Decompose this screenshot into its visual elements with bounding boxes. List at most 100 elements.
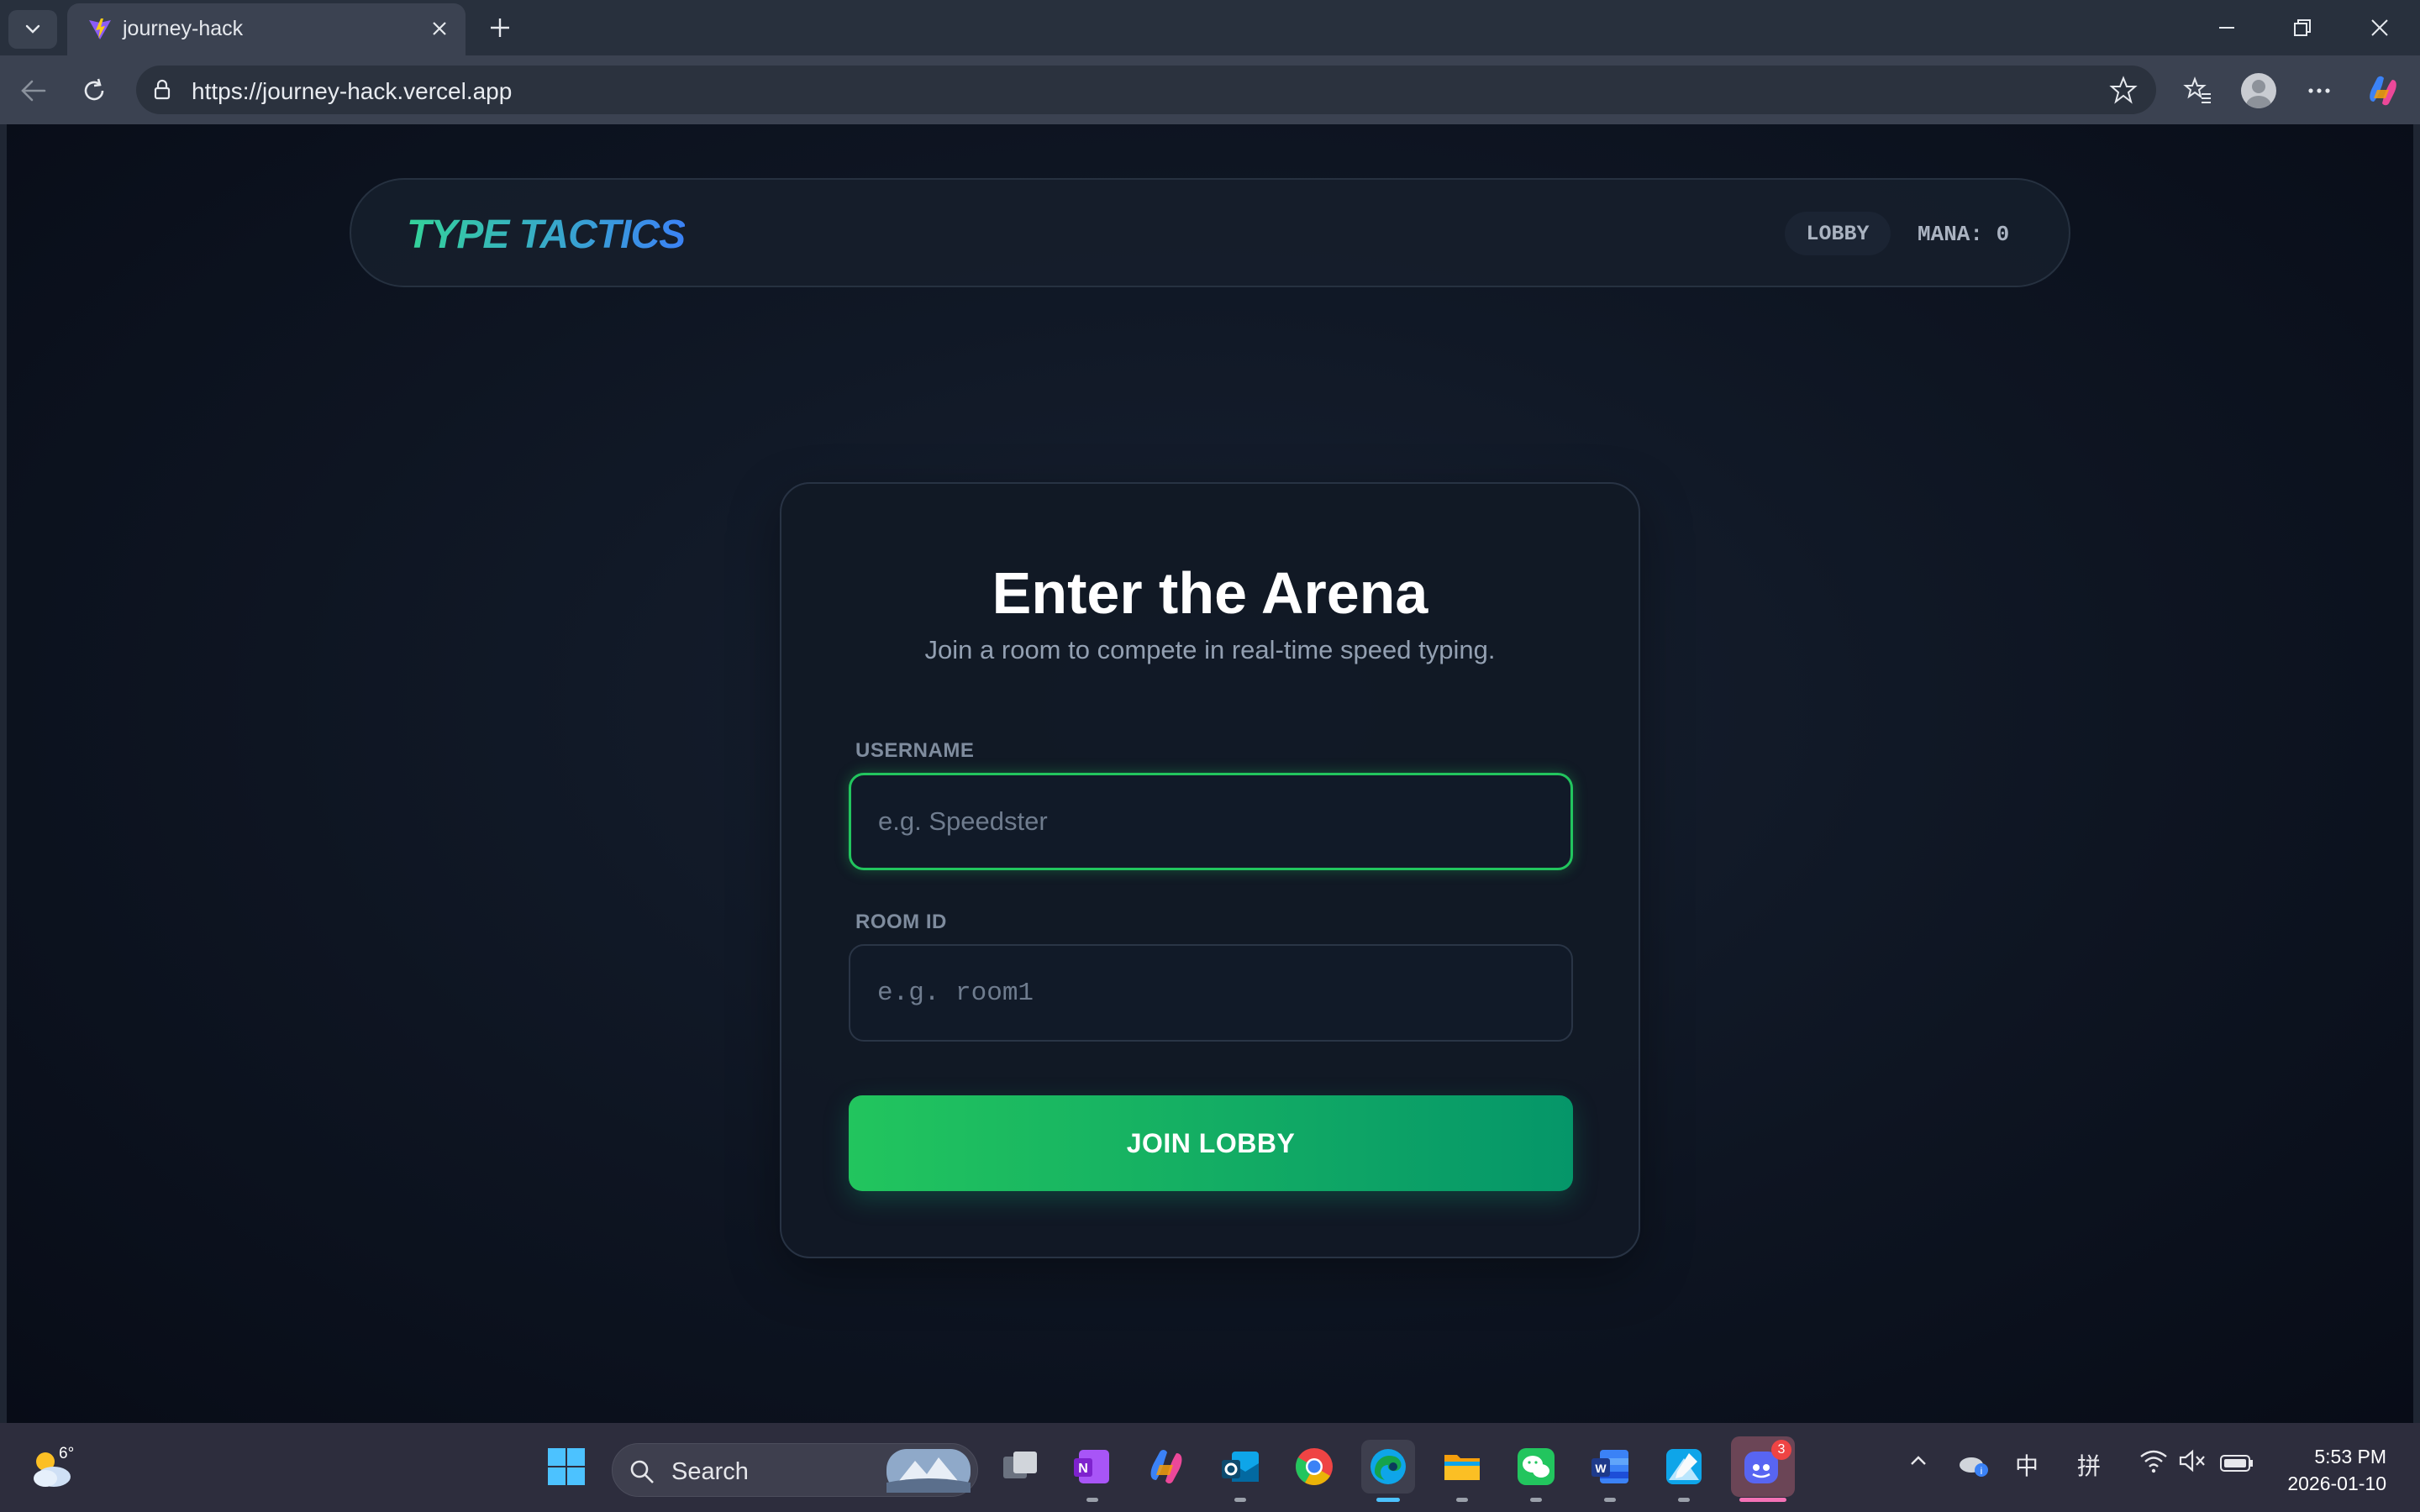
join-lobby-button[interactable]: JOIN LOBBY <box>849 1095 1573 1191</box>
room-id-input[interactable] <box>849 944 1573 1042</box>
room-id-label: ROOM ID <box>855 911 947 933</box>
minimize-icon <box>2219 27 2234 29</box>
taskbar-search[interactable]: Search <box>612 1443 978 1497</box>
refresh-button[interactable] <box>74 71 114 111</box>
url-field[interactable]: https://journey-hack.vercel.app <box>136 66 2156 114</box>
back-arrow-icon <box>21 80 46 102</box>
tab-close-button[interactable] <box>425 14 454 43</box>
show-hidden-icons-button[interactable] <box>1907 1450 1929 1478</box>
windows-taskbar: 6° Search N W 3 i 中 拼 5:53 PM 2026-01-10 <box>0 1423 2420 1512</box>
taskbar-outlook[interactable] <box>1213 1440 1267 1502</box>
ime-language[interactable]: 中 <box>2015 1448 2039 1482</box>
taskbar-word[interactable]: W <box>1583 1440 1637 1502</box>
close-icon <box>433 22 446 35</box>
url-text[interactable]: https://journey-hack.vercel.app <box>192 78 512 105</box>
taskbar-photos[interactable] <box>1657 1440 1711 1502</box>
chevron-up-icon <box>1911 1456 1926 1465</box>
browser-tab[interactable]: journey-hack <box>67 3 466 55</box>
wechat-icon <box>1518 1448 1555 1485</box>
onenote-icon: N <box>1074 1450 1109 1483</box>
browser-tab-strip: journey-hack <box>0 0 2420 55</box>
running-indicator <box>1456 1498 1468 1502</box>
clock-time: 5:53 PM <box>2314 1446 2386 1467</box>
taskbar-discord[interactable]: 3 <box>1731 1436 1795 1502</box>
favorites-icon <box>2183 76 2211 103</box>
edge-icon <box>1370 1449 1406 1484</box>
username-label: USERNAME <box>855 739 975 762</box>
avatar <box>2241 73 2276 108</box>
star-icon <box>2109 76 2138 104</box>
running-indicator <box>1234 1498 1246 1502</box>
taskbar-copilot[interactable] <box>1139 1440 1193 1494</box>
task-view-button[interactable] <box>993 1440 1047 1494</box>
copilot-icon <box>1150 1450 1182 1483</box>
battery-icon <box>2220 1455 2253 1472</box>
svg-text:i: i <box>1981 1465 1983 1477</box>
taskbar-clock[interactable]: 5:53 PM 2026-01-10 <box>2269 1443 2386 1497</box>
brand-logo[interactable]: TYPE TACTICS <box>407 212 686 258</box>
favorite-star-button[interactable] <box>2107 74 2139 106</box>
notification-badge: 3 <box>1771 1440 1791 1460</box>
onedrive-tray[interactable]: i <box>1956 1446 1990 1486</box>
vite-favicon-icon <box>89 18 111 39</box>
restore-icon <box>2294 19 2311 36</box>
join-card: Enter the Arena Join a room to compete i… <box>780 482 1640 1258</box>
running-indicator <box>1530 1498 1542 1502</box>
onedrive-icon: i <box>1960 1457 1988 1477</box>
tab-title: journey-hack <box>123 17 244 40</box>
refresh-icon <box>84 78 104 101</box>
page-viewport: TYPE TACTICS LOBBY MANA: 0 Enter the Are… <box>7 124 2413 1423</box>
taskbar-edge[interactable] <box>1361 1440 1415 1502</box>
taskbar-chrome[interactable] <box>1287 1440 1341 1494</box>
battery-tray[interactable] <box>2220 1452 2254 1478</box>
address-bar: https://journey-hack.vercel.app <box>0 55 2420 124</box>
search-highlight-image-icon <box>886 1449 971 1493</box>
windows-logo-icon <box>548 1448 585 1485</box>
favorites-button[interactable] <box>2178 71 2218 111</box>
outlook-icon <box>1222 1452 1259 1482</box>
task-view-icon <box>1003 1452 1037 1478</box>
minimize-button[interactable] <box>2202 10 2252 45</box>
running-indicator <box>1604 1498 1616 1502</box>
more-options-button[interactable] <box>2299 71 2339 111</box>
back-button[interactable] <box>13 71 54 111</box>
close-window-button[interactable] <box>2354 10 2405 45</box>
taskbar-wechat[interactable] <box>1509 1440 1563 1502</box>
username-input[interactable] <box>849 773 1573 870</box>
ime-mode[interactable]: 拼 <box>2077 1448 2101 1482</box>
wifi-tray[interactable] <box>2139 1448 2168 1479</box>
weather-temperature: 6° <box>59 1445 75 1462</box>
card-subtitle: Join a room to compete in real-time spee… <box>924 635 1496 664</box>
clock-date: 2026-01-10 <box>2287 1473 2386 1494</box>
start-button[interactable] <box>539 1440 593 1494</box>
chevron-down-icon <box>25 24 40 34</box>
active-indicator <box>1376 1498 1400 1502</box>
profile-button[interactable] <box>2238 71 2279 111</box>
tab-actions-button[interactable] <box>8 10 57 49</box>
chrome-icon <box>1296 1448 1333 1485</box>
search-icon <box>630 1460 654 1483</box>
app-navbar: TYPE TACTICS LOBBY MANA: 0 <box>350 178 2070 287</box>
running-indicator <box>1678 1498 1690 1502</box>
plus-icon <box>491 18 509 37</box>
close-icon <box>2371 19 2388 36</box>
restore-button[interactable] <box>2277 10 2328 45</box>
copilot-button[interactable] <box>2363 71 2403 111</box>
svg-text:N: N <box>1078 1462 1088 1476</box>
lock-icon[interactable] <box>150 77 175 102</box>
wifi-icon <box>2140 1450 2167 1473</box>
more-dots-icon <box>2308 88 2330 93</box>
active-indicator <box>1739 1498 1786 1502</box>
word-icon: W <box>1591 1450 1628 1483</box>
file-explorer-icon <box>1444 1455 1480 1480</box>
copilot-icon <box>2370 76 2396 106</box>
lobby-nav-pill[interactable]: LOBBY <box>1785 212 1891 255</box>
card-title: Enter the Arena <box>992 560 1428 626</box>
new-tab-button[interactable] <box>482 10 518 45</box>
taskbar-file-explorer[interactable] <box>1435 1440 1489 1502</box>
taskbar-onenote[interactable]: N <box>1065 1440 1119 1502</box>
mana-counter: MANA: 0 <box>1918 222 2010 247</box>
volume-tray[interactable] <box>2178 1448 2207 1479</box>
running-indicator <box>1086 1498 1098 1502</box>
volume-muted-icon <box>2179 1449 2205 1473</box>
